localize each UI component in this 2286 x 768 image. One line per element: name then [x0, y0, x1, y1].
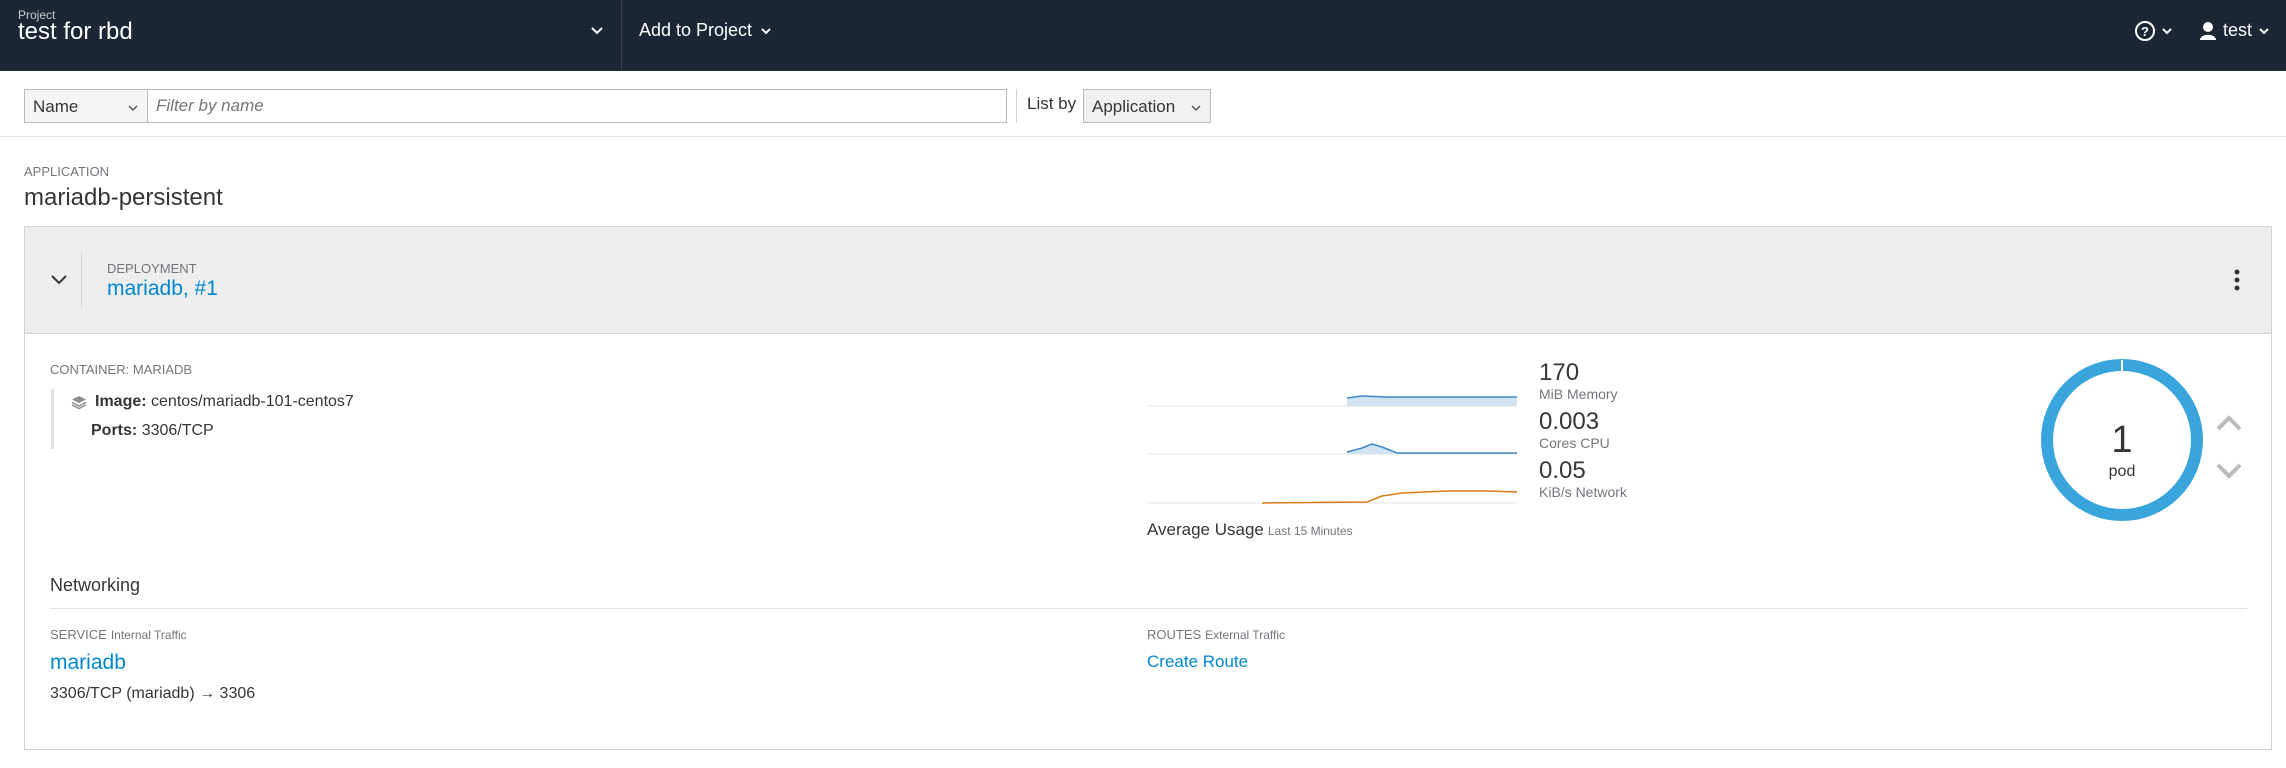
- network-metric: 0.05 KiB/s Network: [1539, 457, 1627, 501]
- memory-value: 170: [1539, 359, 1580, 386]
- pod-count: 1: [2111, 419, 2133, 461]
- service-label-text: SERVICE: [50, 627, 107, 642]
- list-by-value: Application: [1092, 97, 1176, 116]
- masthead: Project test for rbd Add to Project ? te…: [0, 0, 2286, 71]
- average-usage: Average Usage Last 15 Minutes: [1147, 520, 1353, 540]
- kebab-icon[interactable]: [2233, 269, 2241, 291]
- filter-field-value: Name: [33, 97, 79, 116]
- user-icon: [2200, 21, 2216, 40]
- divider: [50, 608, 2247, 609]
- average-usage-label: Average Usage: [1147, 520, 1264, 539]
- network-sparkline: [1261, 490, 1517, 504]
- add-to-project-button[interactable]: Add to Project: [639, 20, 772, 41]
- divider: [1016, 89, 1017, 123]
- routes-label: ROUTES External Traffic: [1147, 627, 1285, 642]
- network-value: 0.05: [1539, 457, 1586, 484]
- scale-up-icon[interactable]: [2215, 413, 2243, 433]
- chevron-down-icon: [761, 27, 771, 34]
- chevron-down-icon[interactable]: [590, 24, 604, 38]
- cpu-value: 0.003: [1539, 408, 1600, 435]
- application-name: mariadb-persistent: [24, 184, 223, 211]
- container-details: Image: centos/mariadb-101-centos7 Ports:…: [51, 389, 651, 449]
- network-unit: KiB/s Network: [1539, 484, 1627, 500]
- chevron-down-icon: [1191, 105, 1201, 112]
- ports-label: Ports:: [91, 422, 138, 439]
- service-link[interactable]: mariadb: [50, 651, 126, 675]
- add-to-project-label: Add to Project: [639, 20, 753, 40]
- collapse-chevron-icon[interactable]: [50, 271, 68, 289]
- user-name: test: [2223, 20, 2253, 40]
- memory-unit: MiB Memory: [1539, 386, 1618, 402]
- filter-field-select[interactable]: Name: [24, 89, 148, 123]
- networking-title: Networking: [50, 575, 141, 595]
- deployment-card-header[interactable]: DEPLOYMENT mariadb, #1: [25, 227, 2271, 334]
- pod-label: pod: [2108, 463, 2136, 480]
- service-label: SERVICE Internal Traffic: [50, 627, 187, 642]
- routes-label-text: ROUTES: [1147, 627, 1202, 642]
- memory-metric: 170 MiB Memory: [1539, 359, 1618, 403]
- container-label: CONTAINER: MARIADB: [50, 362, 193, 377]
- service-sublabel: Internal Traffic: [110, 628, 187, 642]
- help-menu[interactable]: ?: [2134, 20, 2173, 42]
- layers-icon: [71, 396, 87, 409]
- application-label: APPLICATION: [24, 164, 110, 179]
- create-route-link[interactable]: Create Route: [1147, 652, 1248, 672]
- filter-toolbar: Name List by Application: [0, 71, 2286, 137]
- cpu-metric: 0.003 Cores CPU: [1539, 408, 1610, 452]
- filter-by-name-input[interactable]: [147, 89, 1007, 123]
- svg-text:?: ?: [2141, 24, 2149, 39]
- average-usage-period: Last 15 Minutes: [1267, 524, 1353, 538]
- chevron-down-icon: [2162, 28, 2172, 35]
- scale-down-icon[interactable]: [2215, 461, 2243, 481]
- user-menu[interactable]: test: [2199, 20, 2270, 41]
- list-by-label: List by: [1027, 94, 1077, 113]
- service-port-mapping: 3306/TCP (mariadb) → 3306: [50, 685, 256, 702]
- image-label: Image:: [95, 393, 147, 410]
- deployment-card: DEPLOYMENT mariadb, #1 CONTAINER: MARIAD…: [24, 226, 2272, 750]
- deployment-link[interactable]: mariadb, #1: [107, 277, 218, 301]
- cpu-unit: Cores CPU: [1539, 435, 1610, 451]
- usage-sparklines: [1147, 395, 1517, 504]
- chevron-down-icon: [2259, 27, 2269, 34]
- project-name[interactable]: test for rbd: [18, 18, 133, 46]
- divider: [81, 252, 82, 308]
- project-selector[interactable]: Project test for rbd: [0, 0, 622, 71]
- help-icon: ?: [2135, 21, 2155, 41]
- list-by-select[interactable]: Application: [1083, 89, 1211, 123]
- image-value: centos/mariadb-101-centos7: [151, 393, 354, 410]
- ports-value: 3306/TCP: [141, 422, 214, 439]
- routes-sublabel: External Traffic: [1205, 628, 1285, 642]
- deployment-label: DEPLOYMENT: [107, 261, 197, 276]
- ports-line: Ports: 3306/TCP: [91, 422, 214, 440]
- image-line: Image: centos/mariadb-101-centos7: [71, 393, 354, 411]
- chevron-down-icon: [128, 105, 138, 112]
